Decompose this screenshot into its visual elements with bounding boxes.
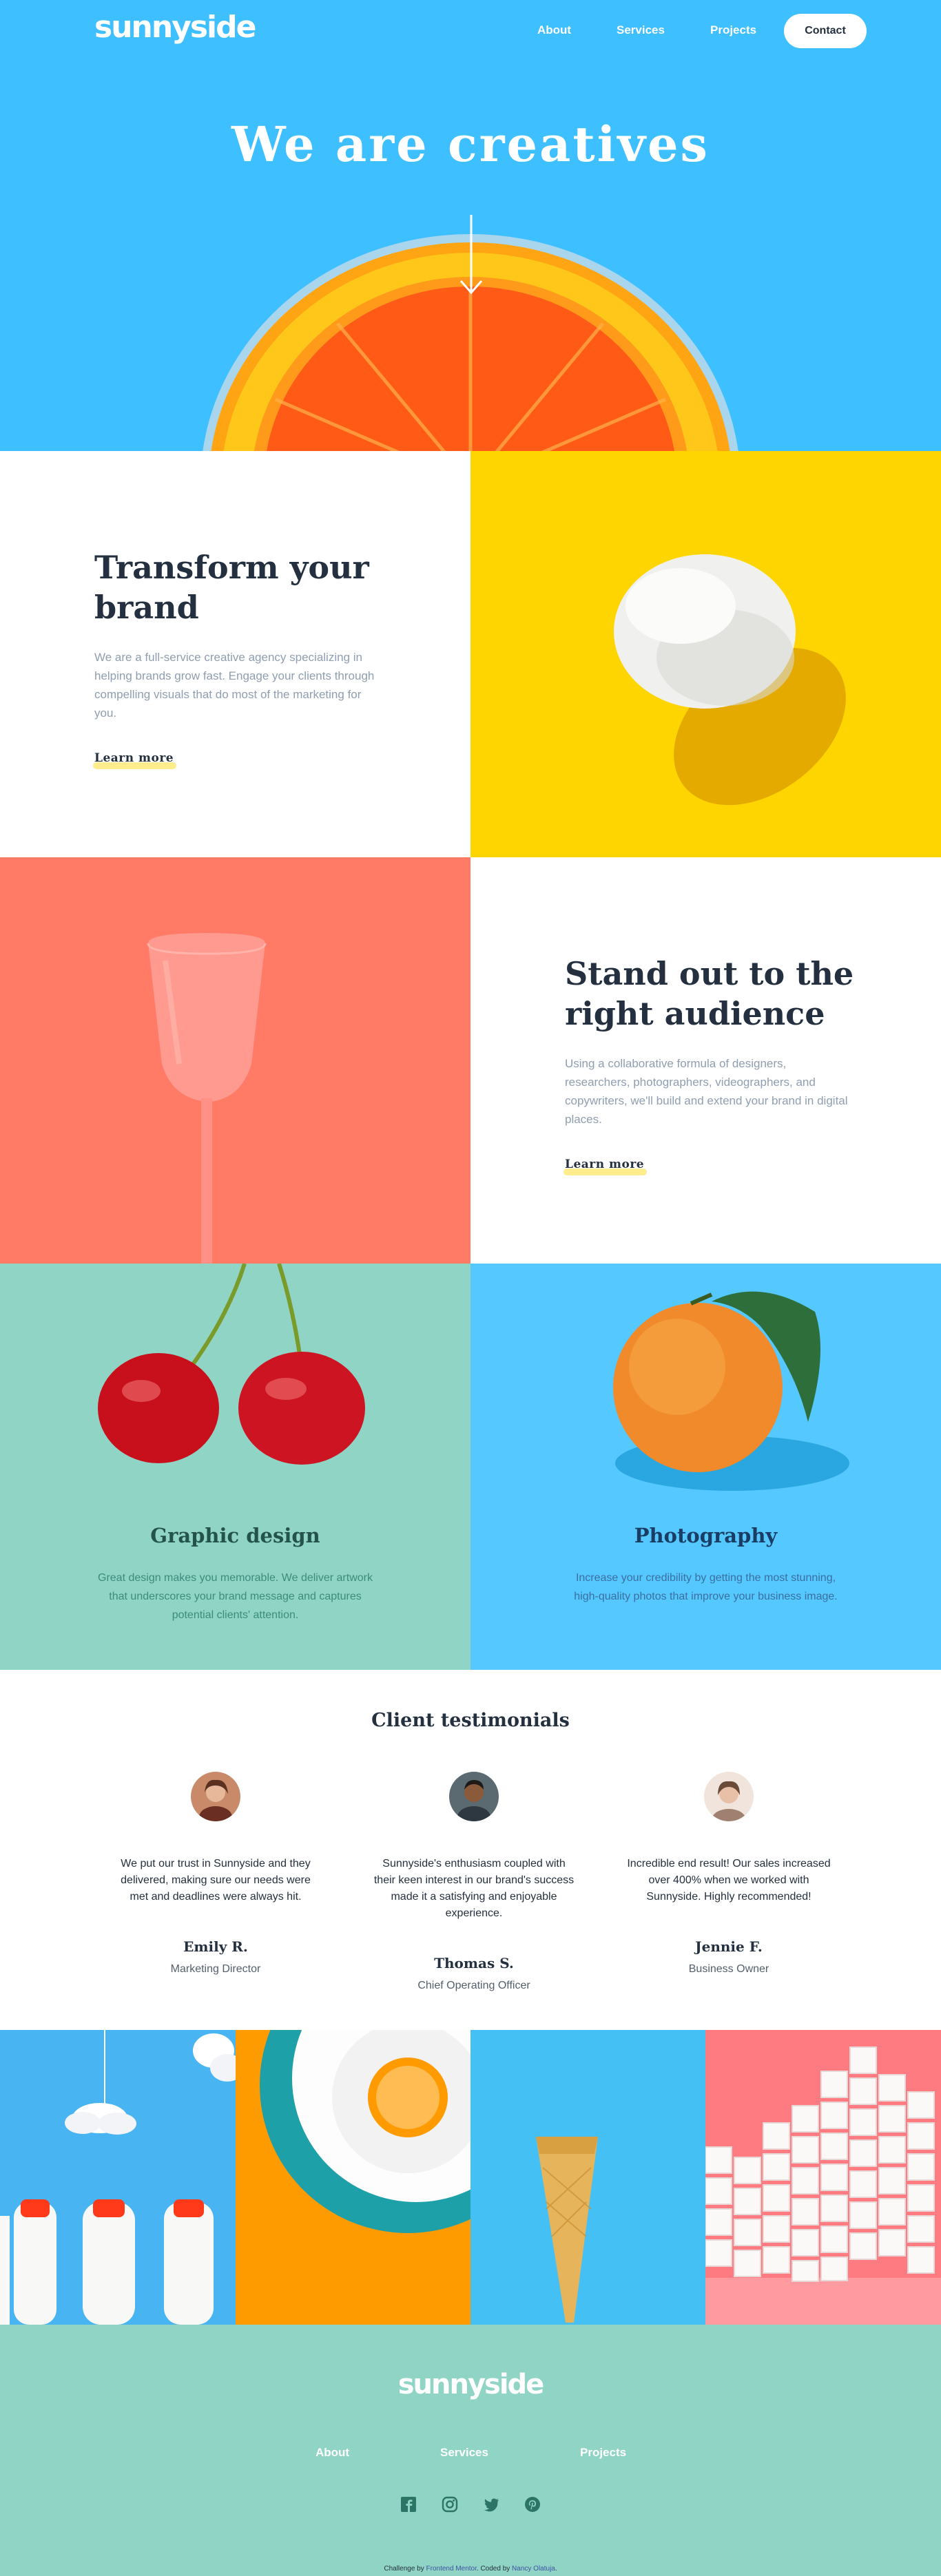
gallery-milk-bottles-image: [0, 2030, 236, 2325]
credit-suffix: .: [555, 2565, 557, 2573]
footer-services-link[interactable]: Services: [440, 2446, 488, 2460]
transform-text-panel: Transform your brand We are a full-servi…: [0, 451, 470, 857]
credit-mid: . Coded by: [476, 2565, 510, 2573]
testimonial-role: Marketing Director: [170, 1963, 261, 1975]
services-section: Graphic design Great design makes you me…: [0, 1264, 941, 1670]
arrow-down-icon[interactable]: [459, 215, 484, 296]
top-nav: sunnyside About Services Projects Contac…: [0, 0, 941, 62]
transform-section: Transform your brand We are a full-servi…: [0, 451, 941, 857]
hero-section: sunnyside About Services Projects Contac…: [0, 0, 941, 451]
graphic-design-card: Graphic design Great design makes you me…: [0, 1264, 470, 1670]
photography-text: Increase your credibility by getting the…: [574, 1572, 838, 1602]
photography-card: Photography Increase your credibility by…: [470, 1264, 941, 1670]
graphic-design-text: Great design makes you memorable. We del…: [98, 1572, 373, 1621]
hero-title: We are creatives: [231, 116, 710, 173]
graphic-design-title: Graphic design: [150, 1524, 320, 1547]
footer-about-link[interactable]: About: [316, 2446, 349, 2460]
testimonial-name: Emily R.: [183, 1938, 248, 1955]
transform-title: Transform your brand: [94, 549, 369, 626]
gallery-section: [0, 2030, 941, 2325]
standout-text: Using a collaborative formula of designe…: [565, 1057, 848, 1126]
nav-services-link[interactable]: Services: [617, 23, 665, 37]
footer: sunnyside About Services Projects Challe…: [0, 2325, 941, 2576]
credit-prefix: Challenge by: [384, 2565, 424, 2573]
testimonials-heading: Client testimonials: [371, 1710, 570, 1731]
frontend-mentor-link[interactable]: Frontend Mentor: [426, 2565, 477, 2573]
testimonial-card: We put our trust in Sunnyside and they d…: [112, 1772, 319, 1976]
testimonial-role: Business Owner: [688, 1963, 769, 1975]
twitter-icon[interactable]: [482, 2495, 500, 2513]
testimonial-name: Jennie F.: [695, 1938, 763, 1955]
learn-more-label: Learn more: [565, 1158, 645, 1171]
footer-credit: Challenge by Frontend Mentor. Coded by N…: [0, 2565, 941, 2573]
contact-button[interactable]: Contact: [784, 14, 867, 48]
facebook-icon[interactable]: [400, 2495, 417, 2513]
testimonial-card: Sunnyside's enthusiasm coupled with thei…: [371, 1772, 577, 1992]
orange-fruit-image: [613, 1291, 849, 1491]
avatar: [704, 1772, 754, 1821]
transform-text: We are a full-service creative agency sp…: [94, 651, 375, 720]
footer-logo[interactable]: sunnyside: [0, 2369, 941, 2400]
testimonials-section: Client testimonials We put our trust in …: [0, 1672, 941, 2030]
instagram-icon[interactable]: [441, 2495, 459, 2513]
avatar: [449, 1772, 499, 1821]
gallery-sugar-cubes-image: [705, 2030, 941, 2325]
testimonial-quote: Incredible end result! Our sales increas…: [627, 1858, 831, 1903]
logo[interactable]: sunnyside: [94, 10, 256, 45]
testimonial-name: Thomas S.: [434, 1955, 514, 1971]
standout-learn-more-link[interactable]: Learn more: [563, 1158, 648, 1175]
testimonial-quote: Sunnyside's enthusiasm coupled with thei…: [373, 1858, 575, 1919]
testimonial-card: Incredible end result! Our sales increas…: [625, 1772, 832, 1976]
testimonial-quote: We put our trust in Sunnyside and they d…: [121, 1858, 311, 1903]
footer-projects-link[interactable]: Projects: [580, 2446, 626, 2460]
avatar: [191, 1772, 240, 1821]
egg-image: [614, 554, 846, 806]
nav-about-link[interactable]: About: [537, 23, 571, 37]
standout-text-panel: Stand out to the right audience Using a …: [470, 857, 941, 1264]
standout-section: Stand out to the right audience Using a …: [0, 857, 941, 1264]
pinterest-icon[interactable]: [524, 2495, 541, 2513]
learn-more-label: Learn more: [94, 751, 174, 765]
gallery-orange-plate-image: [236, 2030, 470, 2325]
transform-learn-more-link[interactable]: Learn more: [93, 751, 177, 769]
author-link[interactable]: Nancy Olatuja: [512, 2565, 555, 2573]
nav-projects-link[interactable]: Projects: [710, 23, 756, 37]
glass-image: [147, 933, 267, 1264]
gallery-ice-cream-cone-image: [470, 2030, 705, 2325]
testimonial-role: Chief Operating Officer: [417, 1980, 530, 1991]
cherries-image: [98, 1264, 365, 1465]
egg-image-panel: [470, 451, 941, 857]
glass-image-panel: [0, 857, 470, 1264]
photography-title: Photography: [634, 1524, 778, 1547]
standout-title: Stand out to the right audience: [565, 955, 854, 1032]
